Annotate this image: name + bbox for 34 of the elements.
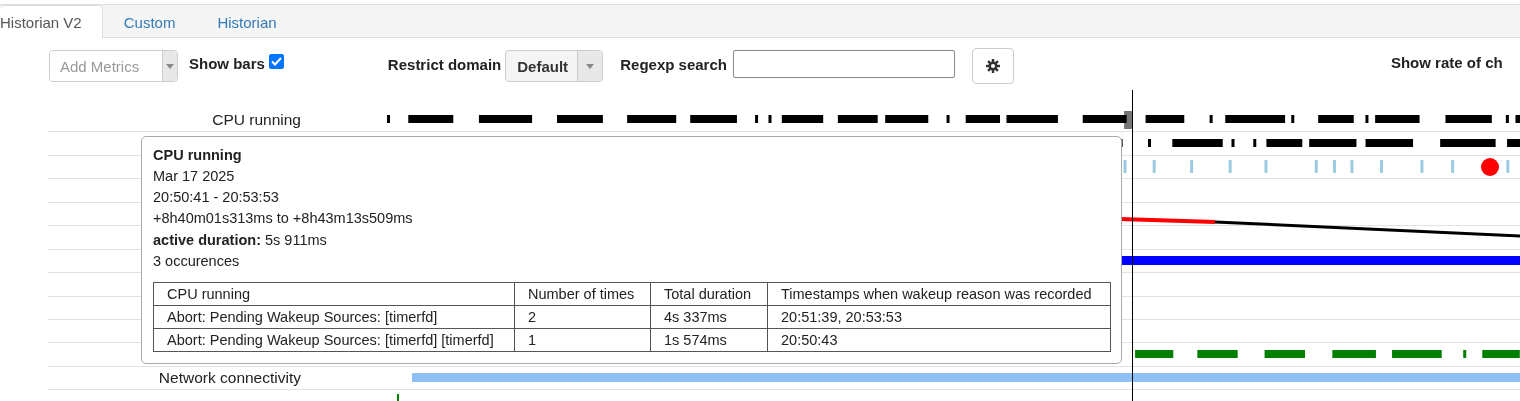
tooltip-title: CPU running [153,146,243,165]
show-bars-checkbox[interactable] [268,53,284,69]
tooltip-text: 3 occurences [153,251,241,271]
show-rate-label: Show rate of ch [1390,53,1503,71]
regexp-search-label: Regexp search [620,55,727,73]
table-cell: Abort: Pending Wakeup Sources: [timerfd] [timerfd] [153,328,515,352]
table-cell: 2 [514,305,651,329]
table-cell: Abort: Pending Wakeup Sources: [timerfd] [153,305,515,329]
tooltip-text: +8h40m01s313ms to +8h43m13s509ms [153,209,414,229]
tooltip-text: Mar 17 2025 [153,167,236,186]
table-cell: 1 [514,328,651,352]
restrict-domain-select[interactable]: Default [505,50,604,82]
tab[interactable]: Custom [102,5,197,38]
settings-button[interactable] [971,48,1014,84]
column-header: Number of times [514,282,651,306]
table-cell: 4s 337ms [650,305,768,329]
show-bars-label: Show bars [189,54,265,72]
restrict-domain-label: Restrict domain [387,55,502,73]
column-header: Total duration [650,282,768,306]
column-header: Timestamps when wakeup reason was recorded [767,282,1111,306]
gear-icon [985,59,1000,73]
row-label: Network connectivity [157,369,301,388]
table-cell: 20:50:43 [767,328,1111,352]
tooltip-text: 20:50:41 - 20:53:53 [153,188,280,208]
tooltip-text: active duration: 5s 911ms [153,230,328,250]
tab[interactable]: Historian V2 [0,5,103,38]
regexp-search-field[interactable] [732,50,955,78]
table-cell: 1s 574ms [650,328,768,352]
row-label: CPU running [211,111,301,130]
caret-icon [166,63,174,69]
column-header: CPU running [153,282,515,306]
tab[interactable]: Historian [196,5,298,38]
table-cell: 20:51:39, 20:53:53 [767,305,1111,329]
caret-icon [586,63,595,69]
